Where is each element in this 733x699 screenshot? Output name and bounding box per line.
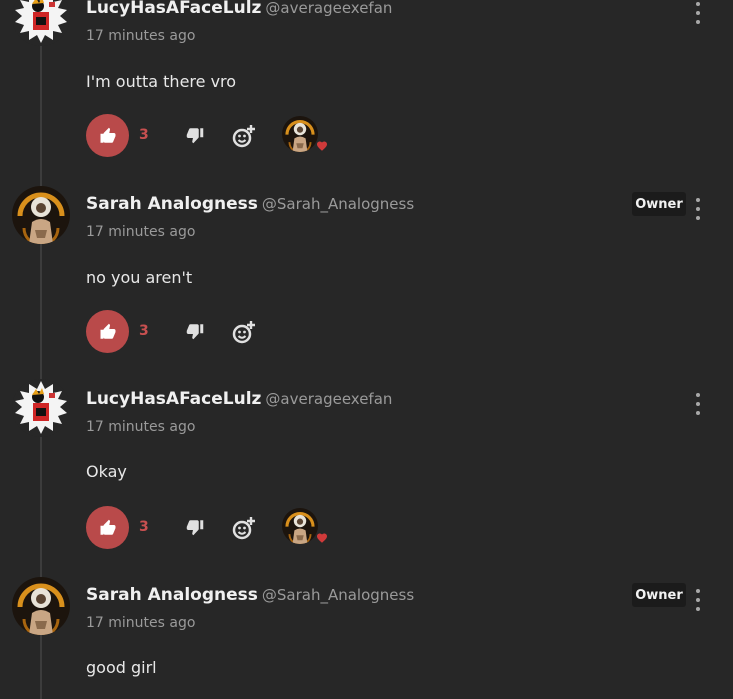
comment-text: no you aren't <box>86 268 193 287</box>
comment-actions: 3 <box>86 114 386 158</box>
timestamp: 17 minutes ago <box>86 419 196 435</box>
avatar[interactable] <box>12 186 70 244</box>
thumbs-down-icon <box>186 324 204 340</box>
reactor-avatar[interactable] <box>282 116 318 152</box>
timestamp: 17 minutes ago <box>86 28 196 44</box>
author-handle: @averageexefan <box>265 0 393 17</box>
add-reaction-button[interactable] <box>232 124 256 152</box>
timestamp: 17 minutes ago <box>86 615 196 631</box>
like-button[interactable] <box>86 114 129 157</box>
reactor-avatar[interactable] <box>282 508 318 544</box>
owner-badge: Owner <box>632 583 686 607</box>
heart-icon <box>317 533 327 543</box>
author-name[interactable]: LucyHasAFaceLulz @averageexefan <box>86 389 392 409</box>
author-name[interactable]: Sarah Analogness @Sarah_Analogness <box>86 194 414 214</box>
thumbs-up-icon <box>100 127 115 143</box>
add-reaction-icon <box>232 321 255 344</box>
avatar[interactable] <box>12 0 70 46</box>
like-button[interactable] <box>86 310 129 353</box>
add-reaction-icon <box>232 125 255 148</box>
author-name[interactable]: Sarah Analogness @Sarah_Analogness <box>86 585 414 605</box>
comment-actions: 3 <box>86 506 386 550</box>
like-count: 3 <box>139 323 149 339</box>
thumbs-up-icon <box>100 323 115 339</box>
comment-text: Okay <box>86 462 127 481</box>
avatar[interactable] <box>12 577 70 635</box>
comment-text: good girl <box>86 658 157 677</box>
add-reaction-button[interactable] <box>232 320 256 348</box>
like-count: 3 <box>139 519 149 535</box>
thumbs-up-icon <box>100 519 115 535</box>
kebab-menu-icon[interactable] <box>690 198 706 220</box>
owner-badge: Owner <box>632 192 686 216</box>
comment-text: I'm outta there vro <box>86 72 237 91</box>
kebab-menu-icon[interactable] <box>690 589 706 611</box>
thumbs-down-icon <box>186 128 204 144</box>
thumbs-down-icon <box>186 520 204 536</box>
dislike-button[interactable] <box>186 322 204 344</box>
add-reaction-button[interactable] <box>232 516 256 544</box>
author-handle: @Sarah_Analogness <box>261 195 415 213</box>
kebab-menu-icon[interactable] <box>690 393 706 415</box>
author-handle: @Sarah_Analogness <box>261 586 415 604</box>
like-button[interactable] <box>86 506 129 549</box>
dislike-button[interactable] <box>186 126 204 148</box>
add-reaction-icon <box>232 517 255 540</box>
avatar[interactable] <box>12 379 70 437</box>
kebab-menu-icon[interactable] <box>690 2 706 24</box>
comment-actions: 3 <box>86 310 386 354</box>
like-count: 3 <box>139 127 149 143</box>
author-name[interactable]: LucyHasAFaceLulz @averageexefan <box>86 0 392 18</box>
author-handle: @averageexefan <box>265 390 393 408</box>
heart-icon <box>317 141 327 151</box>
dislike-button[interactable] <box>186 518 204 540</box>
timestamp: 17 minutes ago <box>86 224 196 240</box>
